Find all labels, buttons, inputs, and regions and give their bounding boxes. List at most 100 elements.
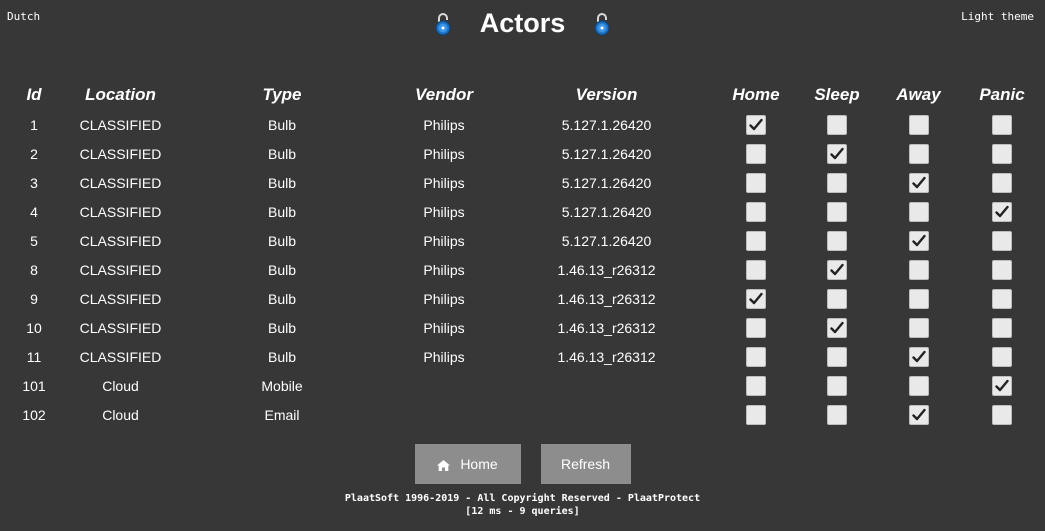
column-header-location[interactable]: Location (68, 80, 173, 110)
table-row: 9 CLASSIFIED Bulb Philips 1.46.13_r26312 (0, 284, 1045, 313)
row-vendor: Philips (423, 116, 465, 133)
sleep-checkbox[interactable] (827, 288, 847, 309)
lock-icon[interactable] (435, 11, 451, 37)
panic-checkbox[interactable] (992, 317, 1012, 338)
panic-checkbox[interactable] (992, 404, 1012, 425)
row-away-cell (878, 139, 959, 168)
panic-checkbox[interactable] (992, 259, 1012, 280)
sleep-checkbox[interactable] (827, 375, 847, 396)
checkmark-icon (911, 234, 926, 246)
row-panic-cell (959, 197, 1045, 226)
row-vendor: Philips (423, 261, 465, 278)
row-sleep-cell (796, 342, 878, 371)
row-panic-cell (959, 313, 1045, 342)
row-away-cell (878, 342, 959, 371)
home-checkbox[interactable] (746, 375, 766, 396)
column-header-version[interactable]: Version (497, 80, 716, 110)
row-type: Mobile (261, 377, 303, 394)
column-header-panic[interactable]: Panic (959, 80, 1045, 110)
row-panic-cell (959, 139, 1045, 168)
sleep-checkbox[interactable] (827, 317, 847, 338)
panic-checkbox[interactable] (992, 230, 1012, 251)
away-checkbox[interactable] (908, 375, 929, 396)
away-checkbox[interactable] (908, 317, 929, 338)
row-location: CLASSIFIED (79, 232, 162, 249)
away-checkbox[interactable] (908, 114, 929, 135)
away-checkbox[interactable] (908, 259, 929, 280)
sleep-checkbox[interactable] (827, 259, 847, 280)
checkmark-icon (749, 292, 763, 304)
panic-checkbox[interactable] (992, 201, 1012, 222)
column-header-type[interactable]: Type (173, 80, 391, 110)
refresh-button[interactable]: Refresh (540, 444, 631, 484)
away-checkbox[interactable] (908, 201, 929, 222)
row-id: 11 (26, 348, 42, 365)
away-checkbox[interactable] (908, 346, 929, 367)
row-version (497, 400, 716, 429)
away-checkbox[interactable] (908, 172, 929, 193)
panic-checkbox[interactable] (992, 143, 1012, 164)
checkmark-icon (995, 379, 1009, 391)
row-panic-cell (959, 371, 1045, 400)
panic-checkbox[interactable] (992, 346, 1012, 367)
panic-checkbox[interactable] (992, 114, 1012, 135)
row-id: 10 (26, 319, 42, 336)
row-id: 8 (30, 261, 38, 278)
home-checkbox[interactable] (746, 201, 766, 222)
row-vendor: Philips (423, 348, 465, 365)
home-button-label: Home (460, 456, 498, 472)
table-row: 10 CLASSIFIED Bulb Philips 1.46.13_r26312 (0, 313, 1045, 342)
row-home-cell (716, 168, 796, 197)
home-checkbox[interactable] (746, 172, 766, 193)
row-type: Bulb (267, 319, 297, 336)
row-version: 5.127.1.26420 (561, 174, 652, 191)
column-header-sleep[interactable]: Sleep (796, 80, 878, 110)
row-version (497, 371, 716, 400)
home-checkbox[interactable] (746, 404, 766, 425)
row-location: CLASSIFIED (79, 116, 162, 133)
column-header-away[interactable]: Away (878, 80, 959, 110)
column-header-vendor[interactable]: Vendor (391, 80, 497, 110)
row-location: CLASSIFIED (79, 319, 162, 336)
sleep-checkbox[interactable] (827, 172, 847, 193)
home-checkbox[interactable] (746, 114, 766, 135)
row-version: 5.127.1.26420 (561, 145, 652, 162)
table-row: 8 CLASSIFIED Bulb Philips 1.46.13_r26312 (0, 255, 1045, 284)
home-checkbox[interactable] (746, 288, 766, 309)
button-bar: Home Refresh (0, 444, 1045, 484)
row-location: CLASSIFIED (79, 174, 162, 191)
sleep-checkbox[interactable] (827, 346, 847, 367)
sleep-checkbox[interactable] (827, 201, 847, 222)
sleep-checkbox[interactable] (827, 143, 847, 164)
column-header-home[interactable]: Home (716, 80, 796, 110)
row-sleep-cell (796, 284, 878, 313)
home-checkbox[interactable] (746, 346, 766, 367)
panic-checkbox[interactable] (992, 288, 1012, 309)
home-checkbox[interactable] (746, 259, 766, 280)
lock-icon[interactable] (594, 11, 610, 37)
home-button[interactable]: Home (414, 444, 521, 484)
row-sleep-cell (796, 226, 878, 255)
row-away-cell (878, 197, 959, 226)
away-checkbox[interactable] (908, 288, 929, 309)
row-type: Bulb (267, 174, 297, 191)
row-home-cell (716, 371, 796, 400)
sleep-checkbox[interactable] (827, 404, 847, 425)
home-checkbox[interactable] (746, 230, 766, 251)
checkmark-icon (830, 147, 844, 159)
home-checkbox[interactable] (746, 317, 766, 338)
panic-checkbox[interactable] (992, 172, 1012, 193)
panic-checkbox[interactable] (992, 375, 1012, 396)
sleep-checkbox[interactable] (827, 230, 847, 251)
row-location: Cloud (102, 377, 139, 394)
sleep-checkbox[interactable] (827, 114, 847, 135)
row-vendor: Philips (423, 290, 465, 307)
column-header-id[interactable]: Id (0, 80, 68, 110)
home-checkbox[interactable] (746, 143, 766, 164)
home-icon (437, 459, 451, 471)
away-checkbox[interactable] (908, 230, 929, 251)
away-checkbox[interactable] (908, 404, 929, 425)
away-checkbox[interactable] (908, 143, 929, 164)
row-type: Bulb (267, 116, 297, 133)
row-away-cell (878, 110, 959, 139)
